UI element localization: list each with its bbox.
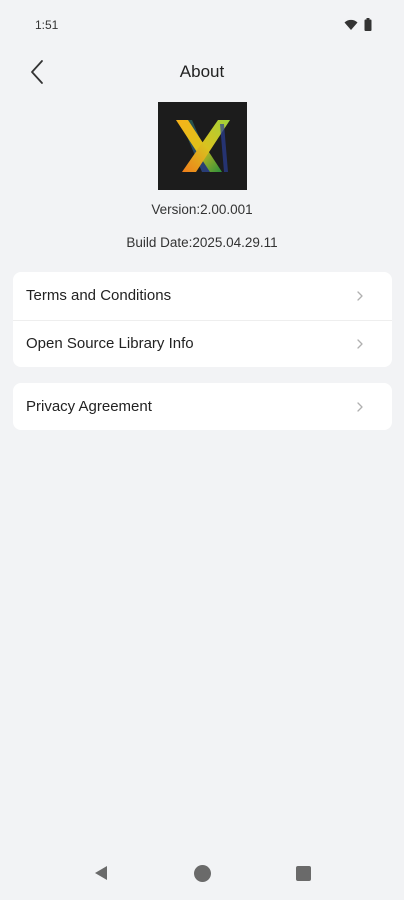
build-date-text: Build Date:2025.04.29.11 — [126, 235, 278, 250]
open-source-library-info-item[interactable]: Open Source Library Info — [13, 319, 392, 368]
status-bar: 1:51 — [0, 0, 404, 50]
status-time: 1:51 — [35, 18, 59, 32]
menu-item-label: Privacy Agreement — [26, 398, 152, 416]
privacy-agreement-item[interactable]: Privacy Agreement — [13, 383, 392, 431]
menu-card-privacy: Privacy Agreement — [13, 383, 392, 430]
battery-icon — [364, 18, 372, 31]
chevron-right-icon — [357, 402, 363, 412]
app-logo — [158, 102, 247, 190]
nav-home-icon[interactable] — [194, 865, 211, 882]
chevron-right-icon — [357, 291, 363, 301]
terms-and-conditions-item[interactable]: Terms and Conditions — [13, 272, 392, 320]
wifi-icon — [344, 19, 358, 30]
chevron-right-icon — [357, 339, 363, 349]
header: About — [0, 50, 404, 94]
page-title: About — [179, 62, 225, 81]
nav-recents-icon[interactable] — [296, 866, 311, 881]
app-logo-x-icon — [158, 102, 247, 190]
status-icons — [344, 18, 372, 31]
nav-back-icon[interactable] — [92, 864, 110, 882]
menu-item-label: Open Source Library Info — [26, 335, 194, 353]
about-screen: 1:51 About Version:2.00.001 Build Date:2… — [0, 0, 404, 900]
menu-item-label: Terms and Conditions — [26, 287, 172, 305]
version-text: Version:2.00.001 — [151, 202, 253, 217]
menu-card-legal: Terms and Conditions Open Source Library… — [13, 272, 392, 367]
system-nav-bar — [0, 852, 404, 900]
